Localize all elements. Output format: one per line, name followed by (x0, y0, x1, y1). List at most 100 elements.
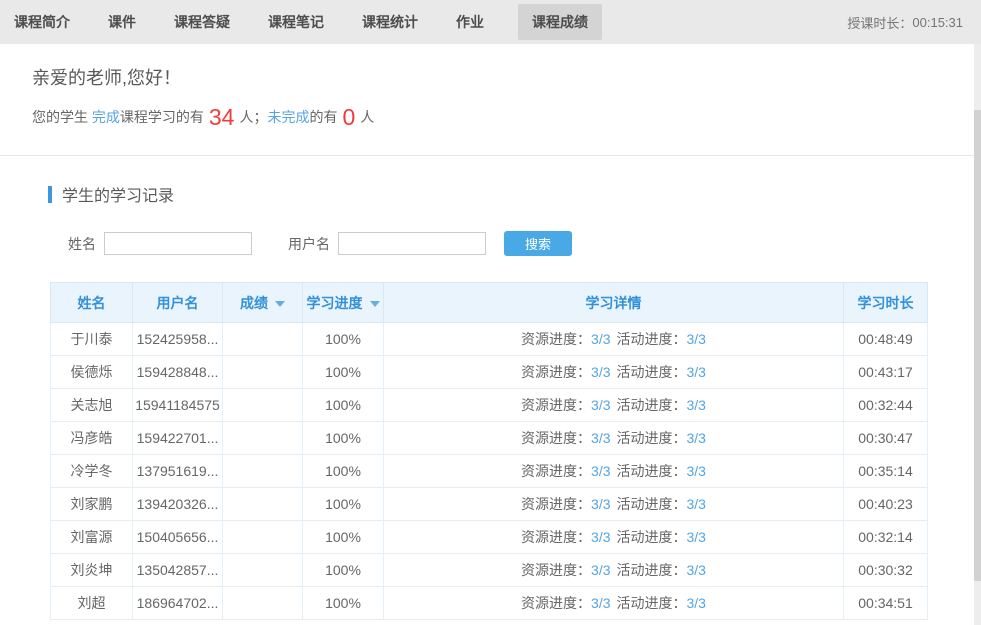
cell-progress: 100% (303, 521, 384, 554)
cell-name: 刘超 (51, 587, 133, 620)
cell-detail: 资源进度：3/3活动进度：3/3 (384, 488, 844, 521)
score-sort-icon[interactable] (275, 301, 285, 307)
cell-duration: 00:35:14 (844, 455, 928, 488)
student-records-table: 姓名 用户名 成绩 学习进度 学习详情 学习时长 于川泰 152425958..… (50, 282, 928, 620)
resource-progress-link[interactable]: 3/3 (591, 562, 610, 578)
top-nav: 课程简介 课件 课程答疑 课程笔记 课程统计 作业 课程成绩 授课时长： 00:… (0, 0, 981, 44)
cell-detail: 资源进度：3/3活动进度：3/3 (384, 356, 844, 389)
cell-score (223, 389, 303, 422)
cell-username: 137951619... (133, 455, 223, 488)
resource-progress-label: 资源进度： (521, 496, 591, 512)
name-label: 姓名 (68, 234, 96, 254)
cell-duration: 00:43:17 (844, 356, 928, 389)
activity-progress-label: 活动进度： (617, 529, 687, 545)
tab-course-grades[interactable]: 课程成绩 (518, 4, 602, 40)
tab-courseware[interactable]: 课件 (104, 4, 140, 40)
username-label: 用户名 (288, 234, 330, 254)
activity-progress-link[interactable]: 3/3 (687, 331, 706, 347)
welcome-title: 亲爱的老师,您好！ (32, 64, 949, 90)
cell-duration: 00:30:32 (844, 554, 928, 587)
activity-progress-link[interactable]: 3/3 (687, 496, 706, 512)
resource-progress-link[interactable]: 3/3 (591, 364, 610, 380)
name-input[interactable] (104, 232, 252, 255)
activity-progress-link[interactable]: 3/3 (687, 529, 706, 545)
resource-progress-label: 资源进度： (521, 562, 591, 578)
resource-progress-link[interactable]: 3/3 (591, 331, 610, 347)
cell-score (223, 521, 303, 554)
cell-score (223, 323, 303, 356)
header-progress[interactable]: 学习进度 (303, 283, 384, 323)
scrollbar-thumb[interactable] (974, 110, 981, 581)
resource-progress-label: 资源进度： (521, 331, 591, 347)
cell-duration: 00:32:44 (844, 389, 928, 422)
resource-progress-link[interactable]: 3/3 (591, 595, 610, 611)
tab-course-intro[interactable]: 课程简介 (10, 4, 74, 40)
cell-score (223, 488, 303, 521)
teaching-duration-label: 授课时长： (847, 13, 912, 32)
welcome-summary: 您的学生 完成 课程学习的有 34 人； 未完成 的有 0 人 (32, 103, 949, 131)
tab-course-qa[interactable]: 课程答疑 (170, 4, 234, 40)
teaching-duration-value: 00:15:31 (912, 15, 963, 30)
cell-progress: 100% (303, 389, 384, 422)
cell-detail: 资源进度：3/3活动进度：3/3 (384, 389, 844, 422)
section-divider (0, 155, 981, 156)
uncompleted-link[interactable]: 未完成 (267, 107, 309, 127)
cell-progress: 100% (303, 554, 384, 587)
activity-progress-label: 活动进度： (617, 430, 687, 446)
table-row: 刘炎坤 135042857... 100% 资源进度：3/3活动进度：3/3 0… (51, 554, 928, 587)
resource-progress-label: 资源进度： (521, 463, 591, 479)
cell-username: 152425958... (133, 323, 223, 356)
summary-suffix: 人 (360, 107, 374, 127)
cell-score (223, 422, 303, 455)
activity-progress-label: 活动进度： (617, 463, 687, 479)
cell-name: 刘家鹏 (51, 488, 133, 521)
activity-progress-link[interactable]: 3/3 (687, 364, 706, 380)
table-header-row: 姓名 用户名 成绩 学习进度 学习详情 学习时长 (51, 283, 928, 323)
username-input[interactable] (338, 232, 486, 255)
cell-progress: 100% (303, 356, 384, 389)
cell-username: 159428848... (133, 356, 223, 389)
table-row: 冯彦皓 159422701... 100% 资源进度：3/3活动进度：3/3 0… (51, 422, 928, 455)
section-head: 学生的学习记录 (48, 182, 981, 206)
header-score[interactable]: 成绩 (223, 283, 303, 323)
activity-progress-link[interactable]: 3/3 (687, 397, 706, 413)
activity-progress-link[interactable]: 3/3 (687, 463, 706, 479)
search-button[interactable]: 搜索 (504, 231, 572, 256)
activity-progress-link[interactable]: 3/3 (687, 430, 706, 446)
teaching-duration: 授课时长： 00:15:31 (847, 13, 973, 32)
tab-course-notes[interactable]: 课程笔记 (264, 4, 328, 40)
resource-progress-link[interactable]: 3/3 (591, 397, 610, 413)
activity-progress-link[interactable]: 3/3 (687, 595, 706, 611)
cell-duration: 00:40:23 (844, 488, 928, 521)
cell-score (223, 455, 303, 488)
table-row: 于川泰 152425958... 100% 资源进度：3/3活动进度：3/3 0… (51, 323, 928, 356)
resource-progress-link[interactable]: 3/3 (591, 463, 610, 479)
section-title: 学生的学习记录 (62, 182, 174, 206)
cell-duration: 00:48:49 (844, 323, 928, 356)
resource-progress-link[interactable]: 3/3 (591, 430, 610, 446)
table-row: 刘家鹏 139420326... 100% 资源进度：3/3活动进度：3/3 0… (51, 488, 928, 521)
summary-mid1: 课程学习的有 (120, 107, 204, 127)
cell-username: 15941184575 (133, 389, 223, 422)
progress-sort-icon[interactable] (370, 301, 380, 307)
cell-duration: 00:32:14 (844, 521, 928, 554)
cell-username: 159422701... (133, 422, 223, 455)
resource-progress-label: 资源进度： (521, 430, 591, 446)
cell-progress: 100% (303, 587, 384, 620)
cell-detail: 资源进度：3/3活动进度：3/3 (384, 422, 844, 455)
cell-detail: 资源进度：3/3活动进度：3/3 (384, 455, 844, 488)
resource-progress-link[interactable]: 3/3 (591, 529, 610, 545)
resource-progress-label: 资源进度： (521, 529, 591, 545)
summary-prefix: 您的学生 (32, 107, 92, 127)
cell-duration: 00:34:51 (844, 587, 928, 620)
header-detail: 学习详情 (384, 283, 844, 323)
cell-username: 139420326... (133, 488, 223, 521)
completed-link[interactable]: 完成 (92, 107, 120, 127)
activity-progress-link[interactable]: 3/3 (687, 562, 706, 578)
tab-course-stats[interactable]: 课程统计 (358, 4, 422, 40)
table-row: 冷学冬 137951619... 100% 资源进度：3/3活动进度：3/3 0… (51, 455, 928, 488)
header-duration: 学习时长 (844, 283, 928, 323)
tab-homework[interactable]: 作业 (452, 4, 488, 40)
welcome-block: 亲爱的老师,您好！ 您的学生 完成 课程学习的有 34 人； 未完成 的有 0 … (0, 44, 981, 131)
resource-progress-link[interactable]: 3/3 (591, 496, 610, 512)
